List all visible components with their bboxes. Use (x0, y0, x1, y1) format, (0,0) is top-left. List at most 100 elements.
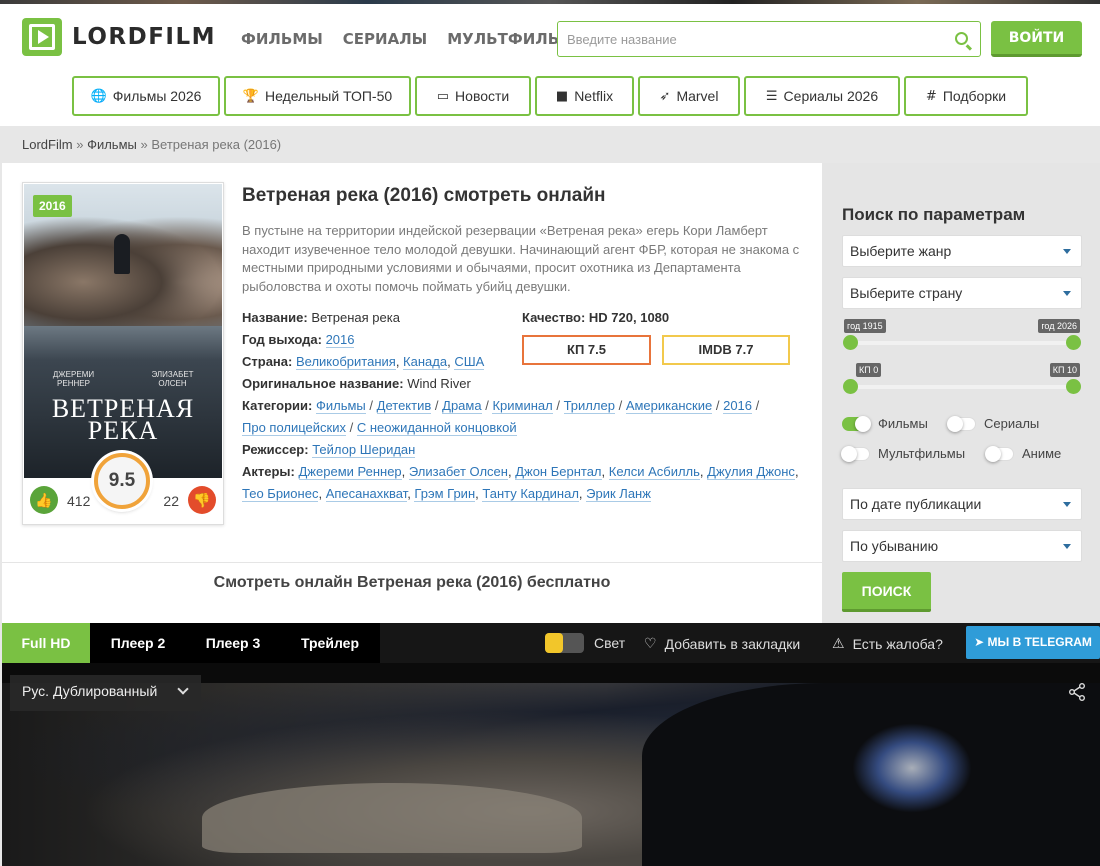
poster-title-line2: РЕКА (87, 416, 159, 445)
toggle-films[interactable]: Фильмы (842, 415, 928, 432)
poster-figure (114, 234, 130, 274)
actor-link[interactable]: Танту Кардинал (482, 486, 579, 502)
breadcrumb-separator: » (76, 137, 84, 152)
category-link[interactable]: Триллер (563, 398, 615, 414)
breadcrumb-current: Ветреная река (2016) (151, 137, 282, 152)
tab-player-2[interactable]: Плеер 2 (90, 623, 186, 663)
tab-player-3[interactable]: Плеер 3 (186, 623, 280, 663)
actor-link[interactable]: Эрик Ланж (586, 486, 651, 502)
country-link[interactable]: США (454, 354, 485, 370)
info-label: Категории: (242, 398, 313, 413)
year-badge: 2016 (33, 195, 72, 217)
video-player[interactable]: Рус. Дублированный (2, 663, 1100, 866)
actor-link[interactable]: Джулия Джонс (707, 464, 795, 480)
main-nav: ФИЛЬМЫ СЕРИАЛЫ МУЛЬТФИЛЬМЫ (241, 30, 590, 48)
category-marvel[interactable]: ➶ Marvel (638, 76, 740, 116)
search-icon[interactable] (955, 32, 968, 45)
actor-link[interactable]: Джон Бернтал (515, 464, 602, 480)
light-toggle[interactable]: Свет (545, 633, 625, 653)
category-collections[interactable]: # Подборки (904, 76, 1028, 116)
year-to-tag: год 2026 (1038, 319, 1080, 333)
nav-films[interactable]: ФИЛЬМЫ (241, 30, 323, 48)
thumbs-down-icon[interactable]: 👎 (188, 486, 216, 514)
category-films-2026[interactable]: 🌐 Фильмы 2026 (72, 76, 220, 116)
heart-icon: ♡ (644, 635, 657, 651)
poster-card: 2016 ДЖЕРЕМИ РЕННЕР ЭЛИЗАБЕТ ОЛСЕН ВЕТРЕ… (22, 182, 224, 525)
range-handle-min[interactable] (843, 335, 858, 350)
nav-series[interactable]: СЕРИАЛЫ (343, 30, 427, 48)
range-handle-max[interactable] (1066, 335, 1081, 350)
poster-actor-right: ЭЛИЗАБЕТ ОЛСЕН (151, 370, 194, 388)
category-top50[interactable]: 🏆 Недельный ТОП-50 (224, 76, 411, 116)
toggle-series[interactable]: Сериалы (947, 415, 1039, 432)
info-name-value: Ветреная река (311, 310, 400, 325)
player-toolbar: Full HD Плеер 2 Плеер 3 Трейлер Свет ♡ Д… (2, 623, 1100, 663)
category-link[interactable]: Фильмы (315, 398, 366, 414)
warning-icon: ⚠ (832, 635, 845, 651)
sort-select[interactable]: По дате публикации (842, 488, 1082, 520)
tab-full-hd[interactable]: Full HD (2, 623, 90, 663)
toggle-switch[interactable] (842, 415, 871, 432)
category-news[interactable]: ▭ Новости (415, 76, 531, 116)
category-link[interactable]: Про полицейских (242, 420, 346, 436)
actor-link[interactable]: Апесанахкват (325, 486, 408, 502)
filter-search-button[interactable]: ПОИСК (842, 572, 931, 612)
bookmark-button[interactable]: ♡ Добавить в закладки (644, 635, 800, 652)
breadcrumb-section[interactable]: Фильмы (87, 137, 137, 152)
info-original-value: Wind River (407, 376, 471, 391)
category-series-2026[interactable]: ☰ Сериалы 2026 (744, 76, 900, 116)
actor-link[interactable]: Грэм Грин (414, 486, 476, 502)
actor-link[interactable]: Элизабет Олсен (408, 464, 508, 480)
toggle-cartoons[interactable]: Мультфильмы (841, 445, 965, 462)
film-logo-icon (22, 18, 62, 56)
breadcrumb-home[interactable]: LordFilm (22, 137, 73, 152)
range-handle-min[interactable] (843, 379, 858, 394)
complaint-button[interactable]: ⚠ Есть жалоба? (832, 635, 943, 652)
video-frame-detail (202, 783, 582, 853)
actor-link[interactable]: Тео Брионес (242, 486, 319, 502)
info-year-link[interactable]: 2016 (325, 332, 355, 348)
film-poster[interactable]: 2016 ДЖЕРЕМИ РЕННЕР ЭЛИЗАБЕТ ОЛСЕН ВЕТРЕ… (24, 184, 222, 478)
category-link[interactable]: 2016 (723, 398, 753, 414)
toggle-switch[interactable] (947, 415, 976, 432)
rocket-icon: ➶ (659, 88, 671, 104)
light-switch[interactable] (545, 633, 584, 653)
filter-sidebar: Поиск по параметрам Выберите жанр Выбери… (822, 163, 1100, 623)
range-handle-max[interactable] (1066, 379, 1081, 394)
imdb-rating-badge: IMDB 7.7 (662, 335, 790, 365)
audio-track-select[interactable]: Рус. Дублированный (10, 675, 201, 711)
year-from-tag: год 1915 (844, 319, 886, 333)
tab-trailer[interactable]: Трейлер (280, 623, 380, 663)
order-select[interactable]: По убыванию (842, 530, 1082, 562)
country-select[interactable]: Выберите страну (842, 277, 1082, 309)
category-link[interactable]: С неожиданной концовкой (356, 420, 517, 436)
category-link[interactable]: Криминал (492, 398, 553, 414)
search-input[interactable] (558, 22, 928, 56)
thumbs-up-icon[interactable]: 👍 (30, 486, 58, 514)
toggle-anime[interactable]: Аниме (985, 445, 1062, 462)
genre-select[interactable]: Выберите жанр (842, 235, 1082, 267)
video-frame-detail (852, 723, 972, 813)
breadcrumb-separator: » (140, 137, 148, 152)
country-link[interactable]: Канада (403, 354, 448, 370)
actor-link[interactable]: Джереми Реннер (298, 464, 402, 480)
toggle-label: Аниме (1022, 446, 1062, 461)
country-link[interactable]: Великобритания (295, 354, 396, 370)
toggle-switch[interactable] (985, 445, 1014, 462)
category-label: Новости (455, 88, 510, 104)
category-label: Сериалы 2026 (783, 88, 879, 104)
category-link[interactable]: Американские (625, 398, 713, 414)
category-link[interactable]: Драма (442, 398, 482, 414)
director-link[interactable]: Тейлор Шеридан (312, 442, 416, 458)
category-link[interactable]: Детектив (376, 398, 432, 414)
paper-plane-icon: ➤ (974, 635, 985, 649)
actor-link[interactable]: Келси Асбилль (608, 464, 700, 480)
category-netflix[interactable]: ■ Netflix (535, 76, 634, 116)
telegram-button[interactable]: ➤ МЫ В TELEGRAM (966, 626, 1100, 659)
bookmark-label: Добавить в закладки (664, 635, 801, 652)
site-logo[interactable]: LORDFILM (22, 18, 216, 56)
share-icon[interactable] (1068, 683, 1086, 701)
toggle-switch[interactable] (841, 445, 870, 462)
info-label: Страна: (242, 354, 293, 369)
login-button[interactable]: ВОЙТИ (991, 21, 1082, 57)
